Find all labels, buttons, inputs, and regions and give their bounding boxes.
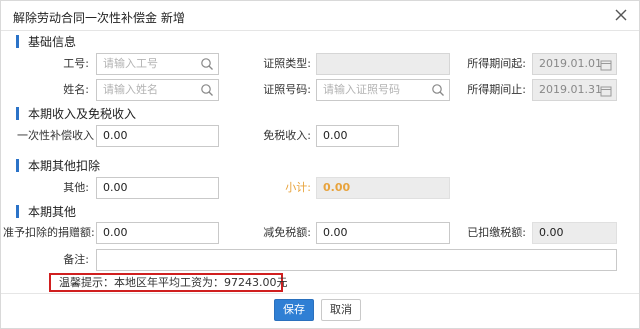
id-type-select[interactable] [316, 53, 450, 75]
id-number-placeholder: 请输入证照号码 [323, 83, 400, 96]
dialog: 解除劳动合同一次性补偿金 新增 基础信息 工号: 请输入工号 证照类型: 所得期… [0, 0, 640, 329]
donation-label: 准予扣除的捐赠额: [3, 226, 95, 239]
withheld-value: 0.00 [539, 226, 564, 239]
period-start-label: 所得期间起: [467, 57, 526, 70]
remark-input[interactable] [96, 249, 617, 271]
footer-divider [1, 293, 639, 294]
calendar-icon[interactable] [600, 58, 612, 71]
subtotal-value: 0.00 [323, 181, 351, 194]
donation-value: 0.00 [103, 226, 128, 239]
period-end-value: 2019.01.31 [539, 83, 602, 96]
other-value: 0.00 [103, 181, 128, 194]
tax-reduction-value: 0.00 [323, 226, 348, 239]
donation-input[interactable]: 0.00 [96, 222, 219, 244]
employee-id-placeholder: 请输入工号 [103, 57, 158, 70]
tax-exempt-value: 0.00 [323, 129, 348, 142]
section-marker [16, 205, 19, 218]
subtotal-field: 0.00 [316, 177, 450, 199]
id-number-label: 证照号码: [263, 83, 311, 96]
name-placeholder: 请输入姓名 [103, 83, 158, 96]
period-end-label: 所得期间止: [467, 83, 526, 96]
other-input[interactable]: 0.00 [96, 177, 219, 199]
tax-reduction-input[interactable]: 0.00 [316, 222, 450, 244]
cancel-button[interactable]: 取消 [321, 299, 361, 321]
tip-notice: 温馨提示：本地区年平均工资为：97243.00元 [49, 273, 288, 292]
withheld-field: 0.00 [532, 222, 617, 244]
name-label: 姓名: [63, 83, 89, 96]
id-number-input[interactable]: 请输入证照号码 [316, 79, 450, 101]
period-start-date[interactable]: 2019.01.01 [532, 53, 617, 75]
section-marker [16, 107, 19, 120]
id-type-label: 证照类型: [263, 57, 311, 70]
dialog-titlebar: 解除劳动合同一次性补偿金 新增 [1, 1, 639, 31]
name-input[interactable]: 请输入姓名 [96, 79, 219, 101]
other-label: 其他: [63, 181, 89, 194]
employee-id-label: 工号: [63, 57, 89, 70]
search-icon[interactable] [200, 83, 214, 97]
section-title: 本期其他 [28, 205, 77, 219]
save-button[interactable]: 保存 [274, 299, 314, 321]
section-title: 本期其他扣除 [28, 159, 101, 173]
dialog-title: 解除劳动合同一次性补偿金 新增 [13, 11, 185, 25]
period-end-date[interactable]: 2019.01.31 [532, 79, 617, 101]
close-icon[interactable] [613, 7, 629, 23]
calendar-icon[interactable] [600, 84, 612, 97]
employee-id-input[interactable]: 请输入工号 [96, 53, 219, 75]
section-title: 本期收入及免税收入 [28, 107, 137, 121]
section-marker [16, 35, 19, 48]
remark-label: 备注: [63, 253, 89, 266]
section-title: 基础信息 [28, 35, 77, 49]
withheld-label: 已扣缴税额: [467, 226, 526, 239]
period-start-value: 2019.01.01 [539, 57, 602, 70]
search-icon[interactable] [200, 57, 214, 71]
tax-exempt-label: 免税收入: [263, 129, 311, 142]
section-marker [16, 159, 19, 172]
tax-reduction-label: 减免税额: [263, 226, 311, 239]
lump-sum-label: 一次性补偿收入 [17, 129, 94, 142]
tax-exempt-input[interactable]: 0.00 [316, 125, 399, 147]
search-icon[interactable] [431, 83, 445, 97]
lump-sum-input[interactable]: 0.00 [96, 125, 219, 147]
subtotal-label: 小计: [285, 181, 311, 194]
lump-sum-value: 0.00 [103, 129, 128, 142]
